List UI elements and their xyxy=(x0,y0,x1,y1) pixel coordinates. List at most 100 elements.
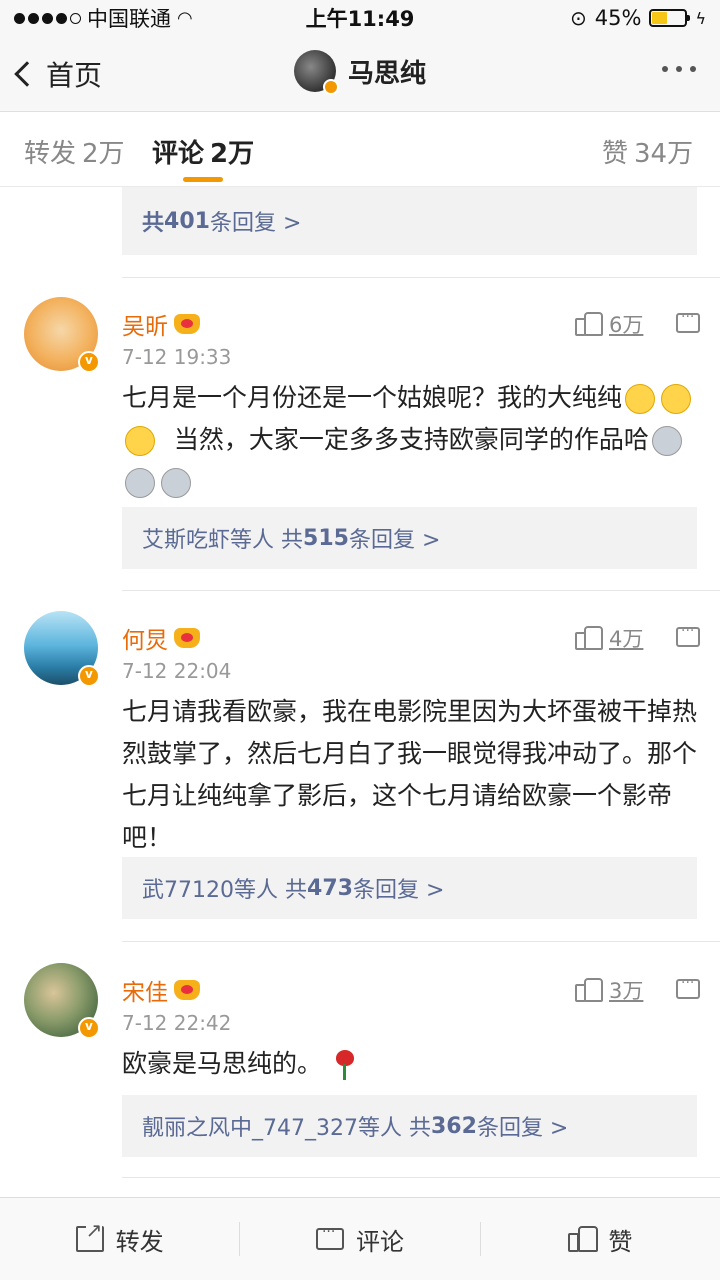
tab-comment[interactable]: 评论 2万 xyxy=(152,133,254,170)
reply-suffix: 条回复 > xyxy=(352,878,445,903)
rose-emoji-icon xyxy=(333,1050,357,1080)
like-button[interactable]: 3万 xyxy=(575,975,643,1005)
author-name: 宋佳 xyxy=(122,980,168,1006)
battery-fill xyxy=(652,12,667,24)
author-name: 何炅 xyxy=(122,628,168,654)
comment-text: 欧豪是马思纯的。 xyxy=(122,1043,697,1085)
reply-summary[interactable]: 靓丽之风中_747_327等人 共 362 条回复 > xyxy=(122,1095,697,1157)
comment-icon xyxy=(315,1224,344,1250)
repost-button[interactable]: 转发 xyxy=(0,1198,239,1280)
comment-time: 7-12 22:42 xyxy=(122,1011,232,1035)
back-chevron-icon xyxy=(14,61,40,87)
charging-icon: ϟ xyxy=(695,8,706,28)
share-icon xyxy=(75,1218,104,1252)
reply-comment-icon[interactable] xyxy=(676,975,700,999)
reply-users: 靓丽之风中_747_327等人 xyxy=(142,1116,402,1141)
comment-text-part: 当然，大家一定多多支持欧豪同学的作品哈 xyxy=(173,425,649,454)
divider xyxy=(122,941,720,942)
reply-count: 362 xyxy=(431,1113,477,1139)
robot-emoji-icon xyxy=(125,468,155,498)
comment-label: 评论 xyxy=(355,1227,404,1256)
reply-suffix: 条回复 > xyxy=(476,1116,569,1141)
wifi-icon: ◠ xyxy=(177,7,193,29)
thumbs-up-icon xyxy=(575,978,603,1002)
tab-comment-count: 2万 xyxy=(210,139,255,169)
tab-like-count: 34万 xyxy=(634,139,694,169)
reply-users: 艾斯吃虾等人 xyxy=(142,528,275,553)
robot-emoji-icon xyxy=(651,426,682,456)
verified-badge-icon xyxy=(78,665,100,687)
reply-summary[interactable]: 共 401 条回复 > xyxy=(122,187,697,255)
comment-text: 七月请我看欧豪，我在电影院里因为大坏蛋被干掉热烈鼓掌了，然后七月白了我一眼觉得我… xyxy=(122,697,698,852)
like-label: 赞 xyxy=(608,1227,633,1256)
tab-repost-count: 2万 xyxy=(82,139,125,169)
like-count: 4万 xyxy=(609,627,644,651)
tab-active-indicator xyxy=(183,177,223,182)
comment-time: 7-12 19:33 xyxy=(122,345,232,369)
vip-crown-icon xyxy=(174,628,200,648)
reply-prefix: 共 xyxy=(285,878,308,903)
comment-text: 七月是一个月份还是一个姑娘呢？我的大纯纯 当然，大家一定多多支持欧豪同学的作品哈 xyxy=(122,377,697,503)
divider xyxy=(122,277,720,278)
vip-crown-icon xyxy=(174,980,200,1000)
avatar xyxy=(293,50,339,95)
tab-bar: 转发 2万 评论 2万 赞 34万 xyxy=(0,113,720,187)
verified-badge-icon xyxy=(78,1017,100,1039)
tab-repost[interactable]: 转发 2万 xyxy=(24,133,125,170)
like-button[interactable]: 4万 xyxy=(575,623,643,653)
tab-like[interactable]: 赞 34万 xyxy=(602,133,693,170)
status-left: 中国联通 ◠ xyxy=(14,3,193,33)
comment-author[interactable]: 宋佳 xyxy=(122,973,200,1007)
thumbs-up-icon xyxy=(568,1226,599,1252)
reply-summary[interactable]: 武77120等人 共 473 条回复 > xyxy=(122,857,697,919)
comment-author[interactable]: 吴昕 xyxy=(122,307,200,341)
page-title: 马思纯 xyxy=(347,58,427,89)
like-count: 6万 xyxy=(609,313,644,337)
like-count: 3万 xyxy=(609,979,644,1003)
comment-time: 7-12 22:04 xyxy=(122,659,232,683)
reply-suffix: 条回复 > xyxy=(348,528,441,553)
comment-list: 共401条回复 > 吴昕 7-12 19:33 6万 七月是一个月份还是一个姑娘… xyxy=(0,187,720,1197)
reply-comment-icon[interactable] xyxy=(676,623,700,647)
divider xyxy=(122,1177,720,1178)
verified-badge-icon xyxy=(322,79,339,95)
status-bar: 中国联通 ◠ 上午11:49 ⊙ 45% ϟ xyxy=(0,0,720,36)
like-button[interactable]: 赞 xyxy=(481,1198,720,1280)
nav-bar: 首页 马思纯 xyxy=(0,36,720,112)
avatar[interactable] xyxy=(24,963,100,1039)
divider xyxy=(122,590,720,591)
reply-suffix: 条回复 > xyxy=(209,211,302,236)
comment-author[interactable]: 何炅 xyxy=(122,621,200,655)
comment-button[interactable]: 评论 xyxy=(240,1198,479,1280)
like-button[interactable]: 6万 xyxy=(575,309,643,339)
thumbs-up-icon xyxy=(575,626,603,650)
vip-crown-icon xyxy=(174,314,200,334)
tab-comment-label: 评论 xyxy=(152,139,205,169)
tab-repost-label: 转发 xyxy=(24,139,77,169)
reply-comment-icon[interactable] xyxy=(676,309,700,333)
reply-count: 473 xyxy=(307,875,353,901)
battery-percent: 45% xyxy=(594,6,642,30)
avatar[interactable] xyxy=(24,297,100,373)
reply-users: 武77120等人 xyxy=(142,878,278,903)
reply-count: 515 xyxy=(303,525,349,551)
thinking-emoji-icon xyxy=(661,384,692,414)
thumbs-up-icon xyxy=(575,312,603,336)
reply-count: 401 xyxy=(164,208,210,234)
more-options-icon[interactable] xyxy=(662,66,696,72)
repost-label: 转发 xyxy=(115,1227,164,1256)
reply-prefix: 共 xyxy=(281,528,304,553)
nav-profile[interactable]: 马思纯 xyxy=(293,50,427,95)
thinking-emoji-icon xyxy=(125,426,155,456)
back-button[interactable]: 首页 xyxy=(14,52,102,96)
comment-text-part: 欧豪是马思纯的。 xyxy=(122,1049,323,1078)
reply-prefix: 共 xyxy=(142,211,165,236)
robot-emoji-icon xyxy=(161,468,191,498)
avatar[interactable] xyxy=(24,611,100,687)
carrier-label: 中国联通 xyxy=(87,7,171,31)
reply-summary[interactable]: 艾斯吃虾等人 共 515 条回复 > xyxy=(122,507,697,569)
signal-strength-icon xyxy=(14,12,81,24)
status-time: 上午11:49 xyxy=(305,7,415,31)
battery-icon xyxy=(649,9,691,27)
verified-badge-icon xyxy=(78,351,100,373)
